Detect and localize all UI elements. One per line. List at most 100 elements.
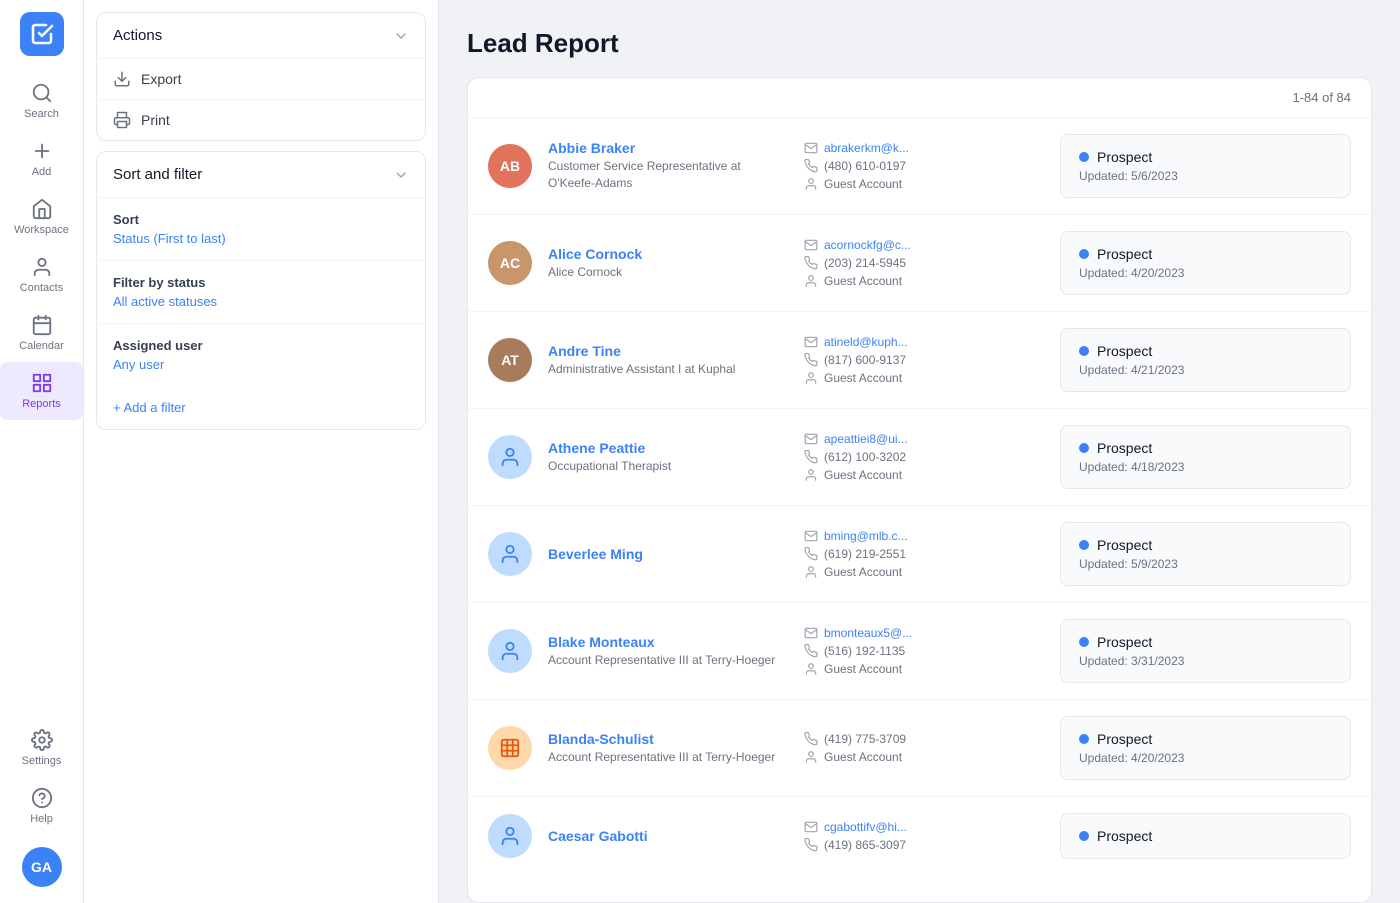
status-label: Prospect bbox=[1097, 440, 1152, 456]
lead-name[interactable]: Blanda-Schulist bbox=[548, 731, 788, 747]
lead-status-card: Prospect Updated: 5/6/2023 bbox=[1060, 134, 1351, 198]
filter-status-value[interactable]: All active statuses bbox=[113, 294, 409, 309]
assigned-user-section: Assigned user Any user bbox=[97, 323, 425, 386]
email-icon bbox=[804, 820, 818, 834]
nav-item-help[interactable]: Help bbox=[0, 777, 83, 835]
lead-name[interactable]: Athene Peattie bbox=[548, 440, 788, 456]
lead-name[interactable]: Abbie Braker bbox=[548, 140, 788, 156]
nav-item-contacts[interactable]: Contacts bbox=[0, 246, 83, 304]
nav-item-add[interactable]: Add bbox=[0, 130, 83, 188]
email-icon bbox=[804, 529, 818, 543]
lead-avatar: AC bbox=[488, 241, 532, 285]
lead-email: atineld@kuph... bbox=[804, 335, 1044, 349]
assigned-user-value[interactable]: Any user bbox=[113, 357, 409, 372]
lead-contact: apeattiei8@ui... (612) 100-3202 Guest Ac… bbox=[804, 432, 1044, 482]
nav-item-calendar[interactable]: Calendar bbox=[0, 304, 83, 362]
account-icon bbox=[804, 274, 818, 288]
lead-role: Alice Cornock bbox=[548, 264, 788, 281]
status-line: Prospect bbox=[1079, 440, 1332, 456]
lead-avatar bbox=[488, 629, 532, 673]
status-dot bbox=[1079, 637, 1089, 647]
sort-section: Sort Status (First to last) bbox=[97, 197, 425, 260]
lead-name[interactable]: Caesar Gabotti bbox=[548, 828, 788, 844]
lead-contact: atineld@kuph... (817) 600-9137 Guest Acc… bbox=[804, 335, 1044, 385]
app-logo[interactable] bbox=[20, 12, 64, 56]
lead-role: Account Representative III at Terry-Hoeg… bbox=[548, 749, 788, 766]
lead-row: Caesar Gabotti cgabottifv@hi... (419) 86… bbox=[468, 797, 1371, 875]
add-filter-button[interactable]: + Add a filter bbox=[97, 390, 425, 425]
sort-filter-header[interactable]: Sort and filter bbox=[97, 152, 425, 197]
lead-row: Blake Monteaux Account Representative II… bbox=[468, 603, 1371, 700]
phone-icon bbox=[804, 159, 818, 173]
lead-updated: Updated: 4/20/2023 bbox=[1079, 751, 1332, 765]
lead-name[interactable]: Blake Monteaux bbox=[548, 634, 788, 650]
nav-item-workspace[interactable]: Workspace bbox=[0, 188, 83, 246]
status-label: Prospect bbox=[1097, 343, 1152, 359]
lead-info: Blanda-Schulist Account Representative I… bbox=[548, 731, 788, 766]
lead-name[interactable]: Andre Tine bbox=[548, 343, 788, 359]
status-line: Prospect bbox=[1079, 634, 1332, 650]
lead-info: Athene Peattie Occupational Therapist bbox=[548, 440, 788, 475]
filter-status-label: Filter by status bbox=[113, 275, 409, 290]
lead-phone: (619) 219-2551 bbox=[804, 547, 1044, 561]
account-icon bbox=[804, 662, 818, 676]
actions-label: Actions bbox=[113, 27, 162, 44]
phone-icon bbox=[804, 732, 818, 746]
email-icon bbox=[804, 432, 818, 446]
lead-avatar bbox=[488, 814, 532, 858]
lead-status-card: Prospect Updated: 5/9/2023 bbox=[1060, 522, 1351, 586]
status-label: Prospect bbox=[1097, 149, 1152, 165]
chevron-down-icon bbox=[393, 28, 409, 44]
print-item[interactable]: Print bbox=[97, 99, 425, 140]
lead-row: Athene Peattie Occupational Therapist ap… bbox=[468, 409, 1371, 506]
lead-role: Account Representative III at Terry-Hoeg… bbox=[548, 652, 788, 669]
status-dot bbox=[1079, 443, 1089, 453]
lead-email: acornockfg@c... bbox=[804, 238, 1044, 252]
user-avatar[interactable]: GA bbox=[22, 847, 62, 887]
lead-status-card: Prospect Updated: 4/18/2023 bbox=[1060, 425, 1351, 489]
export-label: Export bbox=[141, 71, 181, 87]
nav-item-reports[interactable]: Reports bbox=[0, 362, 83, 420]
account-icon bbox=[804, 177, 818, 191]
nav-label-add: Add bbox=[32, 166, 52, 178]
lead-email: bmonteaux5@... bbox=[804, 626, 1044, 640]
lead-name[interactable]: Alice Cornock bbox=[548, 246, 788, 262]
sort-value[interactable]: Status (First to last) bbox=[113, 231, 409, 246]
nav-label-contacts: Contacts bbox=[20, 282, 63, 294]
nav-label-reports: Reports bbox=[22, 398, 61, 410]
lead-contact: bming@mlb.c... (619) 219-2551 Guest Acco… bbox=[804, 529, 1044, 579]
lead-role: Occupational Therapist bbox=[548, 458, 788, 475]
lead-account: Guest Account bbox=[804, 468, 1044, 482]
sort-filter-label: Sort and filter bbox=[113, 166, 202, 183]
phone-icon bbox=[804, 547, 818, 561]
lead-avatar bbox=[488, 726, 532, 770]
lead-row: Beverlee Ming bming@mlb.c... (619) 219-2… bbox=[468, 506, 1371, 603]
lead-row: Blanda-Schulist Account Representative I… bbox=[468, 700, 1371, 797]
lead-avatar: AB bbox=[488, 144, 532, 188]
nav-label-calendar: Calendar bbox=[19, 340, 64, 352]
lead-name[interactable]: Beverlee Ming bbox=[548, 546, 788, 562]
actions-header[interactable]: Actions bbox=[97, 13, 425, 58]
status-label: Prospect bbox=[1097, 634, 1152, 650]
lead-phone: (480) 610-0197 bbox=[804, 159, 1044, 173]
status-dot bbox=[1079, 831, 1089, 841]
lead-updated: Updated: 3/31/2023 bbox=[1079, 654, 1332, 668]
phone-icon bbox=[804, 353, 818, 367]
export-item[interactable]: Export bbox=[97, 58, 425, 99]
phone-icon bbox=[804, 256, 818, 270]
lead-contact: bmonteaux5@... (516) 192-1135 Guest Acco… bbox=[804, 626, 1044, 676]
lead-status-card: Prospect Updated: 4/21/2023 bbox=[1060, 328, 1351, 392]
nav-item-settings[interactable]: Settings bbox=[0, 719, 83, 777]
lead-contact: abrakerkm@k... (480) 610-0197 Guest Acco… bbox=[804, 141, 1044, 191]
sort-filter-panel: Sort and filter Sort Status (First to la… bbox=[96, 151, 426, 430]
lead-account: Guest Account bbox=[804, 371, 1044, 385]
lead-email: bming@mlb.c... bbox=[804, 529, 1044, 543]
lead-updated: Updated: 4/18/2023 bbox=[1079, 460, 1332, 474]
lead-row: AC Alice Cornock Alice Cornock acornockf… bbox=[468, 215, 1371, 312]
email-icon bbox=[804, 141, 818, 155]
lead-avatar: AT bbox=[488, 338, 532, 382]
nav-item-search[interactable]: Search bbox=[0, 72, 83, 130]
left-nav: Search Add Workspace Contacts Calendar bbox=[0, 0, 84, 903]
lead-account: Guest Account bbox=[804, 274, 1044, 288]
lead-role: Administrative Assistant I at Kuphal bbox=[548, 361, 788, 378]
